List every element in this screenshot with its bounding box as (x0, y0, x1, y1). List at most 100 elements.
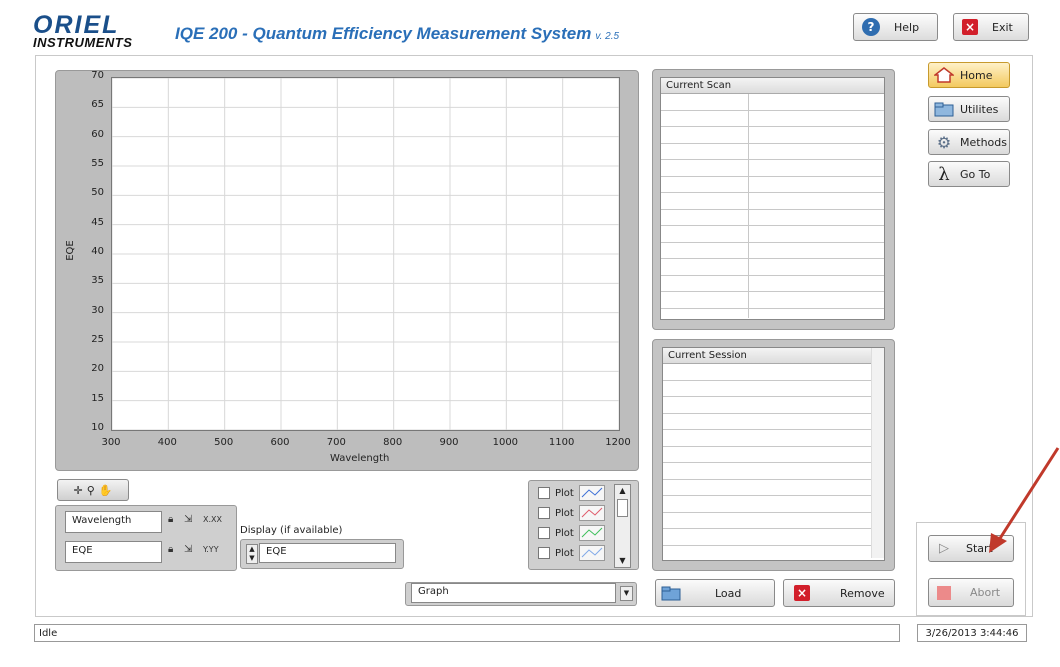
chevron-down-icon[interactable]: ▼ (620, 586, 633, 601)
y-tick-label: 45 (91, 216, 104, 228)
y-autoscale-icon[interactable]: ⇲ (184, 544, 192, 555)
plot-line-swatch[interactable] (578, 545, 605, 561)
x-scale-name[interactable]: Wavelength (65, 511, 162, 533)
plot-checkbox[interactable] (538, 487, 550, 499)
y-tick-label: 40 (91, 246, 104, 257)
plot-checkbox[interactable] (538, 507, 550, 519)
y-tick-label: 65 (91, 99, 104, 111)
table-row[interactable] (663, 364, 871, 381)
table-row[interactable] (661, 226, 884, 243)
plot-area[interactable] (111, 77, 620, 431)
goto-button[interactable]: λ Go To (928, 161, 1010, 187)
table-row[interactable] (663, 529, 871, 546)
table-row[interactable] (661, 144, 884, 160)
lambda-icon: λ (938, 163, 950, 185)
y-tick-label: 10 (91, 422, 104, 433)
folder-icon (661, 584, 681, 602)
y-tick-label: 50 (91, 187, 104, 199)
session-scrollbar[interactable] (871, 348, 884, 558)
table-row[interactable] (661, 177, 884, 193)
table-row[interactable] (661, 193, 884, 210)
app-title: IQE 200 - Quantum Efficiency Measurement… (175, 24, 619, 44)
x-format-button[interactable]: X.XX (203, 515, 222, 524)
current-session-header: Current Session (663, 348, 884, 364)
plot-label: Plot (555, 487, 574, 499)
current-session-table[interactable]: Current Session (662, 347, 885, 561)
plot-label: Plot (555, 507, 574, 519)
goto-label: Go To (960, 167, 991, 181)
y-tick-label: 15 (91, 392, 104, 404)
table-row[interactable] (663, 397, 871, 414)
home-icon (934, 66, 954, 84)
scroll-down-icon[interactable]: ▼ (615, 555, 630, 567)
table-row[interactable] (661, 292, 884, 309)
display-value[interactable]: EQE (259, 543, 396, 563)
table-row[interactable] (663, 496, 871, 513)
table-row[interactable] (661, 94, 884, 111)
plot-checkbox[interactable] (538, 547, 550, 559)
table-row[interactable] (661, 111, 884, 127)
table-row[interactable] (663, 480, 871, 496)
load-button[interactable]: Load (655, 579, 775, 607)
graph-palette[interactable]: ✛ ⚲ ✋ (57, 479, 129, 501)
plot-legend-item[interactable]: Plot (538, 524, 605, 542)
graph-select[interactable]: Graph ▼ (405, 582, 637, 606)
help-button[interactable]: ? Help (853, 13, 938, 41)
x-tick-label: 300 (101, 437, 121, 448)
plot-checkbox[interactable] (538, 527, 550, 539)
abort-button[interactable]: Abort (928, 578, 1014, 607)
plot-legend-item[interactable]: Plot (538, 544, 605, 562)
table-row[interactable] (661, 127, 884, 144)
y-scale-name[interactable]: EQE (65, 541, 162, 563)
utilities-button[interactable]: Utilites (928, 96, 1010, 122)
home-label: Home (960, 68, 993, 82)
plot-line-swatch[interactable] (578, 525, 605, 541)
x-scale-lock-icon[interactable]: 🔒︎ (168, 514, 173, 525)
plot-list-scrollbar[interactable]: ▲ ▼ (614, 484, 631, 568)
y-scale-lock-icon[interactable]: 🔒︎ (168, 544, 173, 555)
utilities-label: Utilites (960, 102, 999, 116)
stop-icon (934, 584, 954, 602)
table-row[interactable] (661, 259, 884, 276)
scroll-up-icon[interactable]: ▲ (615, 485, 630, 497)
display-select[interactable]: ▲ ▼ EQE (240, 539, 404, 569)
abort-label: Abort (970, 586, 1001, 599)
current-scan-table[interactable]: Current Scan (660, 77, 885, 320)
spinner-icon[interactable]: ▲ ▼ (246, 544, 258, 564)
graph-select-value[interactable]: Graph (411, 583, 616, 603)
x-tick-label: 1000 (492, 437, 519, 448)
table-row[interactable] (663, 381, 871, 397)
table-row[interactable] (663, 430, 871, 447)
table-row[interactable] (661, 160, 884, 177)
x-tick-label: 1100 (548, 437, 575, 448)
table-row[interactable] (661, 210, 884, 226)
y-tick-label: 55 (91, 158, 104, 169)
plot-legend-item[interactable]: Plot (538, 484, 605, 502)
plot-label: Plot (555, 527, 574, 539)
x-tick-label: 400 (157, 437, 177, 448)
plot-grid (112, 78, 619, 430)
home-button[interactable]: Home (928, 62, 1010, 88)
table-row[interactable] (663, 513, 871, 529)
cursor-move-icon[interactable]: ✛ (74, 484, 83, 497)
table-row[interactable] (663, 414, 871, 430)
scroll-thumb[interactable] (617, 499, 628, 517)
table-row[interactable] (663, 463, 871, 480)
remove-button[interactable]: × Remove (783, 579, 895, 607)
plot-line-swatch[interactable] (578, 485, 605, 501)
app-version: v. 2.5 (595, 31, 620, 42)
play-icon: ▷ (939, 541, 949, 556)
y-format-button[interactable]: Y.YY (203, 545, 219, 554)
table-row[interactable] (661, 243, 884, 259)
zoom-icon[interactable]: ⚲ (87, 484, 95, 497)
table-row[interactable] (663, 447, 871, 463)
methods-button[interactable]: ⚙ Methods (928, 129, 1010, 155)
logo-top-text: ORIEL (33, 11, 120, 39)
table-row[interactable] (661, 276, 884, 292)
pan-hand-icon[interactable]: ✋ (99, 484, 113, 497)
plot-line-swatch[interactable] (578, 505, 605, 521)
x-autoscale-icon[interactable]: ⇲ (184, 514, 192, 525)
exit-button[interactable]: × Exit (953, 13, 1029, 41)
plot-legend-item[interactable]: Plot (538, 504, 605, 522)
folder-icon (934, 100, 954, 118)
